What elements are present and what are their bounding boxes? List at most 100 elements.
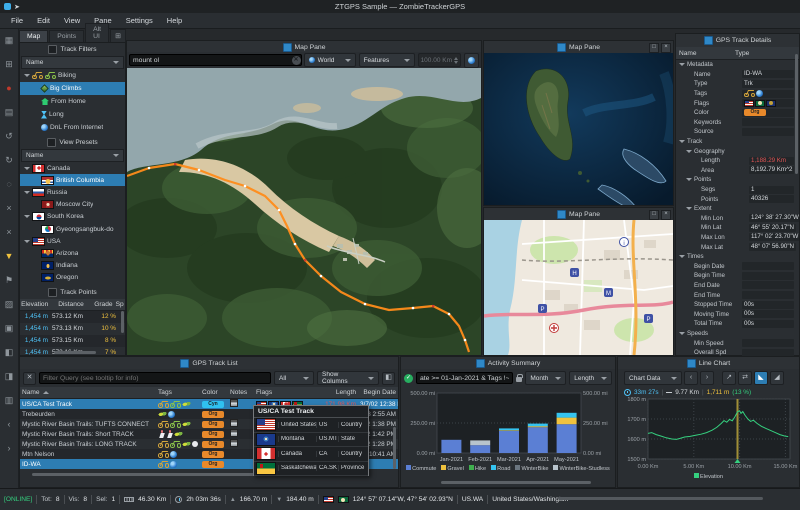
map-pane-street-titlebar[interactable]: Map Pane □ × bbox=[484, 208, 673, 220]
tree-item-long[interactable]: Long bbox=[20, 108, 125, 121]
linechart-titlebar[interactable]: Line Chart bbox=[618, 357, 799, 369]
filter-icon[interactable]: ▼ bbox=[2, 249, 17, 264]
details-row-end-time[interactable]: End Time bbox=[676, 290, 799, 300]
details-row-flags[interactable]: Flags bbox=[676, 98, 799, 108]
activity-hscrollbar[interactable] bbox=[441, 481, 591, 484]
menu-edit[interactable]: Edit bbox=[30, 14, 57, 27]
flag-icon[interactable]: ⚑ bbox=[2, 273, 17, 288]
tree-item-oregon[interactable]: Oregon bbox=[20, 272, 125, 284]
tree-item-biking[interactable]: Biking bbox=[20, 69, 125, 82]
presets-column-header[interactable]: Name bbox=[21, 149, 124, 162]
distance-spinner[interactable]: 100.00 Km bbox=[418, 53, 461, 67]
close-button[interactable]: × bbox=[661, 43, 671, 53]
redo-icon[interactable]: ↻ bbox=[2, 153, 17, 168]
trackpoints-vscrollbar[interactable] bbox=[121, 311, 124, 333]
next-button[interactable]: › bbox=[700, 371, 714, 385]
details-column-headers[interactable]: Name Type bbox=[676, 47, 799, 60]
expander-icon[interactable] bbox=[24, 215, 30, 218]
details-row-points[interactable]: Points40326 bbox=[676, 194, 799, 204]
export-button[interactable]: ↗ bbox=[722, 371, 736, 385]
tree-item-south-korea[interactable]: South Korea bbox=[20, 211, 125, 223]
tree-item-moscow-city[interactable]: Moscow City bbox=[20, 199, 125, 211]
details-row-length[interactable]: Length1,188.29 Km bbox=[676, 156, 799, 166]
map-pane-checkbox[interactable] bbox=[557, 43, 566, 52]
prev-icon[interactable]: ‹ bbox=[2, 417, 17, 432]
track-filters-header[interactable]: Track Filters bbox=[20, 43, 125, 56]
details-row-points[interactable]: Points bbox=[676, 175, 799, 185]
details-row-segs[interactable]: Segs1 bbox=[676, 185, 799, 195]
col-header-color[interactable]: Color bbox=[200, 389, 228, 396]
float-button[interactable]: □ bbox=[649, 210, 659, 220]
expander-icon[interactable] bbox=[24, 167, 30, 170]
tree-item-dnl-from-internet[interactable]: DnL From Internet bbox=[20, 121, 125, 134]
tracklist-checkbox[interactable] bbox=[180, 359, 189, 368]
details-row-max-lon[interactable]: Max Lon117° 02' 23.70"W bbox=[676, 233, 799, 243]
chart-data-combo[interactable]: Chart Data bbox=[624, 371, 682, 385]
expander-icon[interactable] bbox=[679, 255, 685, 258]
tab-points[interactable]: Points bbox=[49, 30, 84, 42]
col-header-length[interactable]: Length bbox=[320, 389, 358, 396]
tracklist-column-headers[interactable]: NameTagsColorNotesFlagsLengthBegin Date bbox=[20, 387, 398, 399]
clear-icon[interactable]: × bbox=[2, 225, 17, 240]
details-row-color[interactable]: ColorOrg bbox=[676, 108, 799, 118]
col-header-name[interactable]: Name bbox=[20, 389, 156, 396]
tree-item-canada[interactable]: Canada bbox=[20, 162, 125, 174]
pane-left-icon[interactable]: ◧ bbox=[2, 345, 17, 360]
activity-bar-chart[interactable]: 0.00 mi0.00 mi250.00 mi250.00 mi500.00 m… bbox=[401, 387, 615, 465]
save-icon[interactable]: ▣ bbox=[2, 321, 17, 336]
tree-item-russia[interactable]: Russia bbox=[20, 186, 125, 198]
track-points-column-headers[interactable]: ElevationDistanceGradeSp bbox=[20, 299, 125, 311]
menu-help[interactable]: Help bbox=[160, 14, 189, 27]
street-map-canvas[interactable]: P H M P i bbox=[484, 220, 673, 355]
tree-item-usa[interactable]: USA bbox=[20, 235, 125, 247]
details-row-area[interactable]: Area8,192.79 Km^2 bbox=[676, 166, 799, 176]
chart-fill-button[interactable]: ◣ bbox=[754, 371, 768, 385]
linechart-checkbox[interactable] bbox=[687, 359, 696, 368]
view-presets-header[interactable]: View Presets bbox=[20, 136, 125, 149]
globe-map-canvas[interactable] bbox=[484, 53, 673, 205]
details-row-max-lat[interactable]: Max Lat48° 07' 56.90"N bbox=[676, 242, 799, 252]
expander-icon[interactable] bbox=[679, 332, 685, 335]
trackpoint-row[interactable]: 1,454 m573.13 Km10 % bbox=[20, 323, 125, 335]
details-row-end-date[interactable]: End Date bbox=[676, 281, 799, 291]
folder-icon[interactable]: ▨ bbox=[2, 297, 17, 312]
details-row-track[interactable]: Track bbox=[676, 137, 799, 147]
details-vscrollbar[interactable] bbox=[795, 54, 798, 174]
tracklist-titlebar[interactable]: GPS Track List bbox=[20, 357, 398, 369]
lock-icon[interactable] bbox=[516, 377, 522, 382]
track-points-checkbox[interactable] bbox=[48, 288, 57, 297]
expander-icon[interactable] bbox=[686, 207, 692, 210]
col-header-begin-date[interactable]: Begin Date bbox=[358, 389, 398, 396]
map-pane-checkbox[interactable] bbox=[283, 43, 292, 52]
details-row-extent[interactable]: Extent bbox=[676, 204, 799, 214]
all-combo[interactable]: All bbox=[274, 371, 314, 385]
col-header-notes[interactable]: Notes bbox=[228, 389, 254, 396]
track-filters-checkbox[interactable] bbox=[48, 45, 57, 54]
chart-fill-alt-button[interactable]: ◢ bbox=[770, 371, 784, 385]
details-row-moving-time[interactable]: Moving Time00s bbox=[676, 309, 799, 319]
expander-icon[interactable] bbox=[24, 240, 30, 243]
details-row-min-speed[interactable]: Min Speed bbox=[676, 338, 799, 348]
metric-combo[interactable]: Length bbox=[569, 371, 612, 385]
tracklist-hscrollbar[interactable] bbox=[32, 473, 267, 476]
world-combo[interactable]: World bbox=[304, 53, 356, 67]
details-row-min-lat[interactable]: Min Lat46° 55' 20.17"N bbox=[676, 223, 799, 233]
next-icon[interactable]: › bbox=[2, 441, 17, 456]
grid-icon[interactable]: ▥ bbox=[2, 393, 17, 408]
features-combo[interactable]: Features bbox=[359, 53, 415, 67]
spin-up-icon[interactable] bbox=[454, 57, 458, 60]
activity-checkbox[interactable] bbox=[476, 359, 485, 368]
expander-icon[interactable] bbox=[686, 150, 692, 153]
float-button[interactable]: □ bbox=[649, 43, 659, 53]
details-row-metadata[interactable]: Metadata bbox=[676, 60, 799, 70]
details-row-begin-time[interactable]: Begin Time bbox=[676, 271, 799, 281]
details-row-source[interactable]: Source bbox=[676, 127, 799, 137]
details-row-type[interactable]: TypeTrk bbox=[676, 79, 799, 89]
details-row-speeds[interactable]: Speeds bbox=[676, 329, 799, 339]
spin-down-icon[interactable] bbox=[454, 61, 458, 64]
tree-item-big-climbs[interactable]: Big Climbs bbox=[20, 82, 125, 95]
details-row-times[interactable]: Times bbox=[676, 252, 799, 262]
trackpoint-row[interactable]: 1,454 m573.12 Km12 % bbox=[20, 311, 125, 323]
overview-icon[interactable]: ▦ bbox=[2, 33, 17, 48]
trackpoint-row[interactable]: 1,454 m573.15 Km8 % bbox=[20, 335, 125, 347]
